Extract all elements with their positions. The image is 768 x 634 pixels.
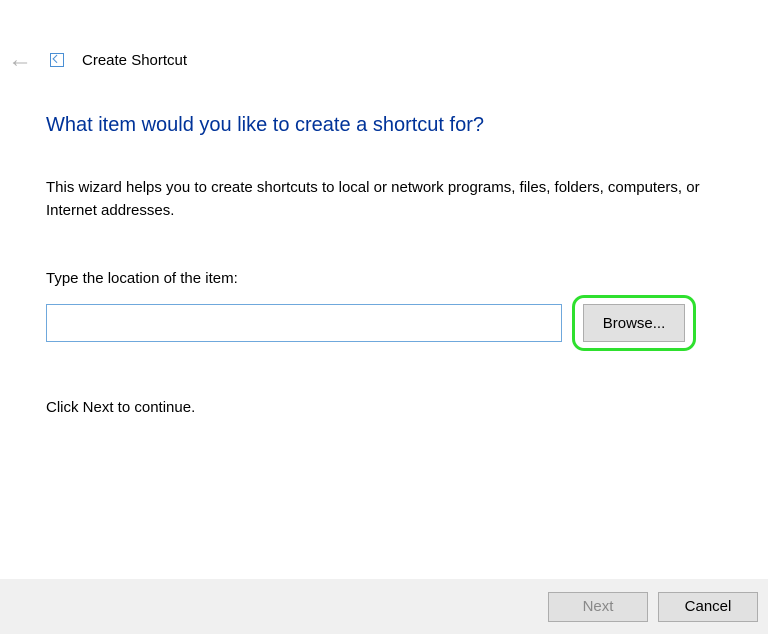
dialog-footer: Next Cancel	[0, 579, 768, 634]
browse-button[interactable]: Browse...	[583, 304, 685, 342]
shortcut-icon	[50, 53, 64, 67]
cancel-button[interactable]: Cancel	[658, 592, 758, 622]
location-input[interactable]	[46, 304, 562, 342]
browse-highlight: Browse...	[572, 295, 696, 351]
page-heading: What item would you like to create a sho…	[46, 114, 722, 137]
wizard-description: This wizard helps you to create shortcut…	[46, 177, 722, 222]
continue-instruction: Click Next to continue.	[46, 399, 722, 416]
main-content: What item would you like to create a sho…	[0, 72, 768, 416]
next-button[interactable]: Next	[548, 592, 648, 622]
window-title: Create Shortcut	[82, 52, 187, 69]
header-bar: ← Create Shortcut	[0, 0, 768, 72]
location-input-row: Browse...	[46, 295, 722, 351]
back-arrow-icon: ←	[8, 48, 32, 72]
location-label: Type the location of the item:	[46, 270, 722, 287]
